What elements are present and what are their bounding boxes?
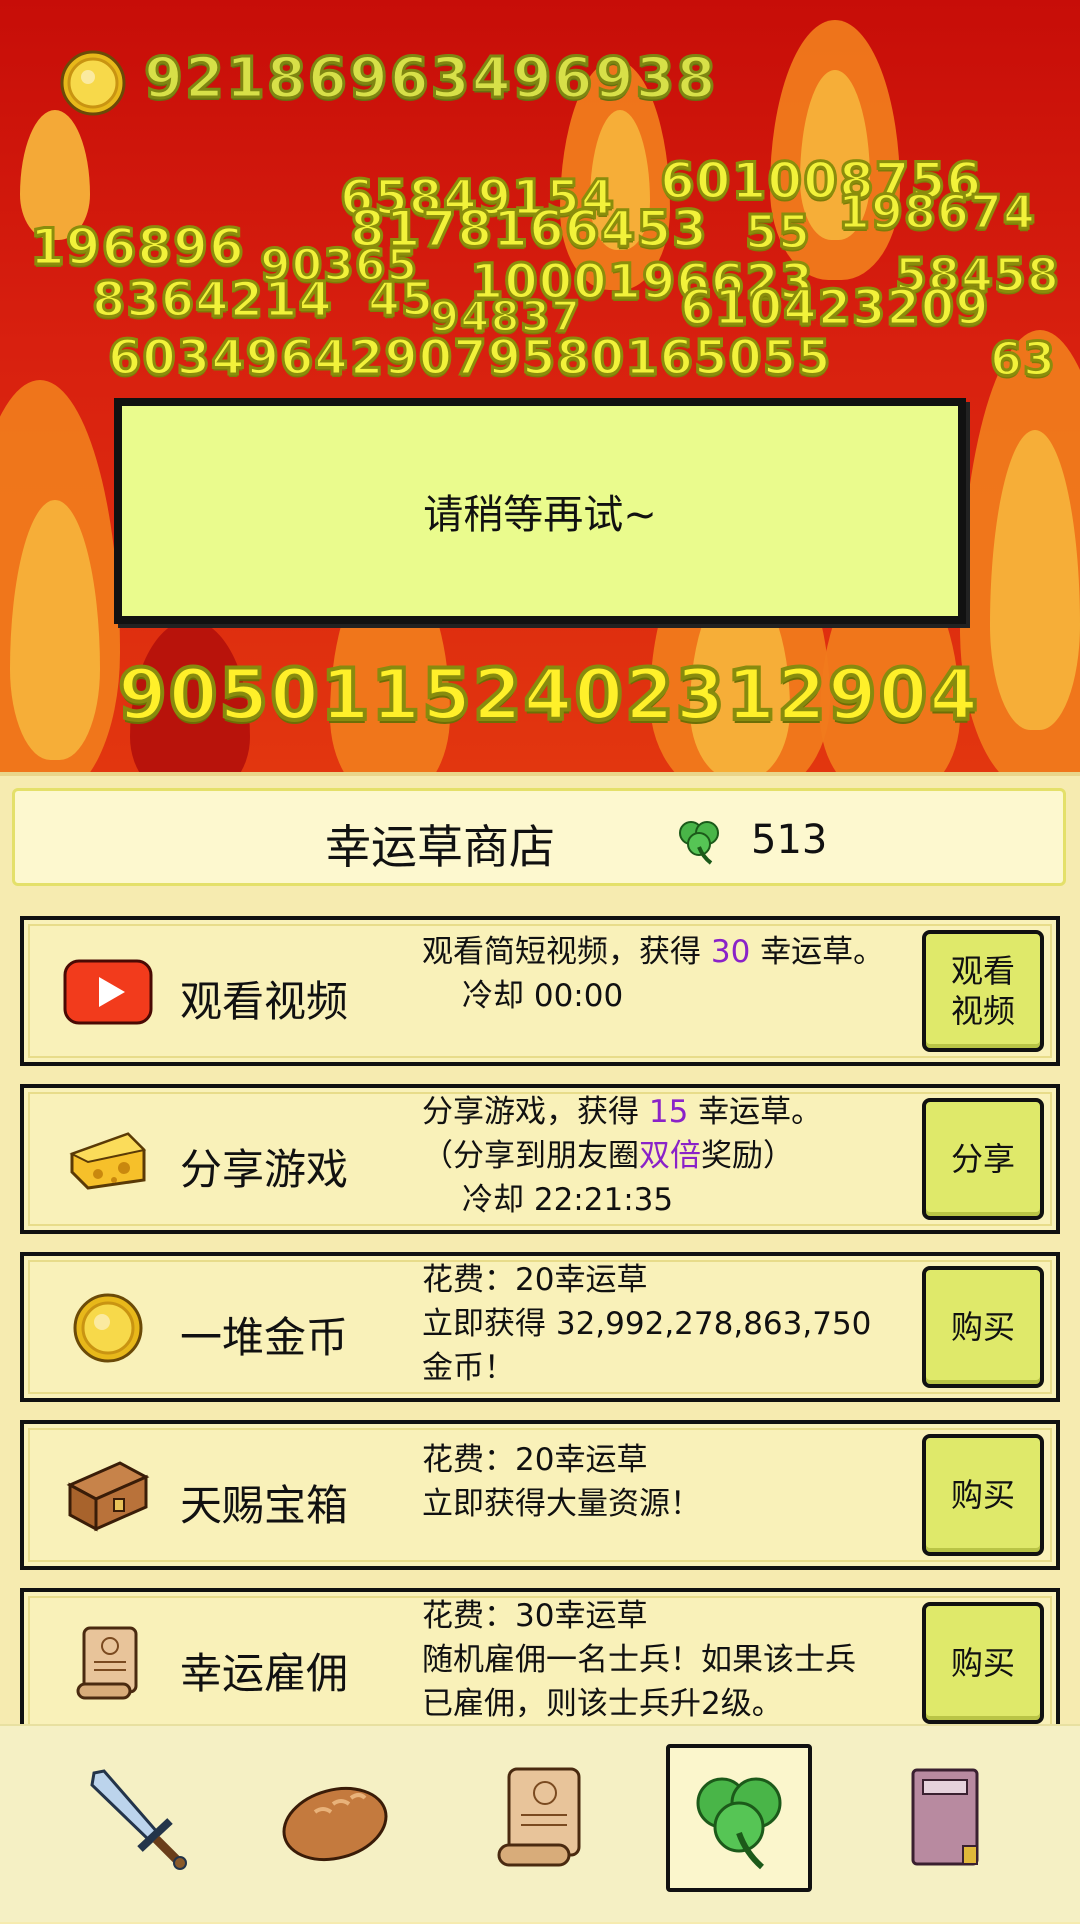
toast-message-box: 请稍等再试~ xyxy=(114,398,966,624)
floating-number: 63 xyxy=(988,331,1057,388)
floating-number: 55 xyxy=(743,204,812,261)
item-description: 分享游戏，获得 15 幸运草。 （分享到朋友圈双倍奖励） 冷却 22:21:35 xyxy=(422,1094,823,1218)
item-name: 一堆金币 xyxy=(180,1313,349,1362)
nav-tab-clover-shop[interactable] xyxy=(666,1744,812,1892)
buy-chest-button[interactable]: 购买 xyxy=(922,1434,1044,1556)
floating-number: 6034964 xyxy=(107,329,350,388)
item-name: 天赐宝箱 xyxy=(180,1481,349,1530)
item-description: 花费：20幸运草 立即获得 32,992,278,863,750 金币！ xyxy=(422,1262,872,1386)
cheese-icon xyxy=(62,1122,154,1198)
nav-tab-battle[interactable] xyxy=(62,1744,208,1892)
gold-coin-icon xyxy=(60,50,126,116)
bread-icon xyxy=(282,1787,388,1861)
nav-tab-hire[interactable] xyxy=(466,1744,612,1892)
shop-item-share-game: 分享游戏 分享游戏，获得 15 幸运草。 （分享到朋友圈双倍奖励） 冷却 22:… xyxy=(20,1084,1060,1234)
treasure-chest-icon xyxy=(62,1458,154,1534)
item-name: 观看视频 xyxy=(180,977,349,1026)
battle-scene: 92186963496938 65849154 601008756 196896… xyxy=(0,0,1080,772)
floating-number: 196896 xyxy=(29,217,246,278)
clover-icon xyxy=(679,821,719,865)
clover-count: 513 xyxy=(751,817,828,863)
book-icon xyxy=(911,1768,979,1866)
floating-number: 45 xyxy=(366,271,435,328)
gold-coin-icon xyxy=(62,1290,154,1366)
scroll-icon xyxy=(62,1626,154,1702)
item-name: 分享游戏 xyxy=(180,1145,349,1194)
item-description: 花费：30幸运草 随机雇佣一名士兵！如果该士兵 已雇佣，则该士兵升2级。 xyxy=(422,1598,856,1722)
video-play-icon xyxy=(62,954,154,1030)
floating-number: 29079580165055 xyxy=(349,329,833,388)
sword-icon xyxy=(90,1769,187,1870)
item-description: 观看简短视频，获得 30 幸运草。 冷却 00:00 xyxy=(422,934,885,1014)
toast-message: 请稍等再试~ xyxy=(423,492,657,538)
item-name: 幸运雇佣 xyxy=(180,1649,349,1698)
damage-number-large: 90501152402312904 xyxy=(116,652,981,738)
watch-video-button[interactable]: 观看视频 xyxy=(922,930,1044,1052)
gold-amount: 92186963496938 xyxy=(143,45,718,113)
shop-item-lucky-hire: 幸运雇佣 花费：30幸运草 随机雇佣一名士兵！如果该士兵 已雇佣，则该士兵升2级… xyxy=(20,1588,1060,1738)
clover-icon xyxy=(696,1777,782,1870)
buy-gold-button[interactable]: 购买 xyxy=(922,1266,1044,1388)
share-button[interactable]: 分享 xyxy=(922,1098,1044,1220)
item-description: 花费：20幸运草 立即获得大量资源！ xyxy=(422,1442,701,1522)
shop-item-treasure-chest: 天赐宝箱 花费：20幸运草 立即获得大量资源！ 购买 xyxy=(20,1420,1060,1570)
floating-number: 198674 xyxy=(836,184,1037,241)
shop-item-watch-video: 观看视频 观看简短视频，获得 30 幸运草。 冷却 00:00 观看视频 xyxy=(20,916,1060,1066)
buy-hire-button[interactable]: 购买 xyxy=(922,1602,1044,1724)
shop-item-gold-pile: 一堆金币 花费：20幸运草 立即获得 32,992,278,863,750 金币… xyxy=(20,1252,1060,1402)
floating-number: 610423209 xyxy=(679,279,991,338)
floating-number: 8364214 xyxy=(91,271,334,330)
nav-tab-codex[interactable] xyxy=(872,1744,1018,1892)
scroll-icon xyxy=(497,1767,581,1867)
bottom-navigation xyxy=(0,1724,1080,1922)
nav-tab-food[interactable] xyxy=(262,1744,408,1892)
shop-header: 幸运草商店 513 xyxy=(12,788,1066,886)
shop-title: 幸运草商店 xyxy=(325,820,555,874)
